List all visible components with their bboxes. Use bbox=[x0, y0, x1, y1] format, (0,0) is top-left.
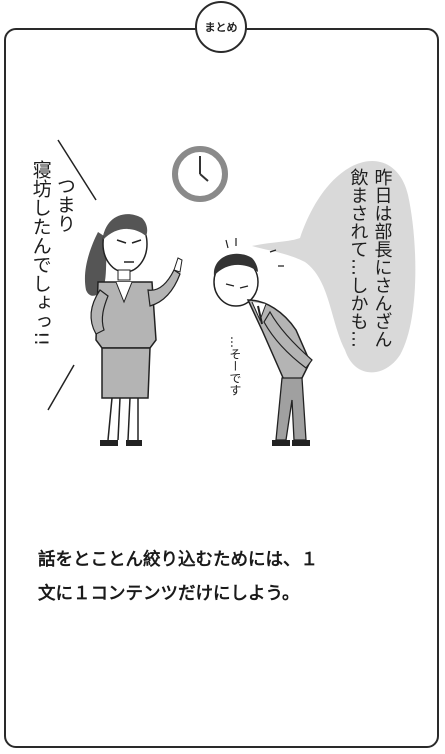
summary-badge: まとめ bbox=[195, 1, 247, 53]
clock-icon bbox=[172, 146, 228, 202]
summary-text: 話をとことん絞り込むためには、１ 文に１コンテンツだけにしよう。 bbox=[38, 543, 408, 611]
man-reply: …そーです bbox=[228, 336, 242, 396]
thought-bubble-line2: 飲まされて…しかも… bbox=[347, 168, 369, 348]
woman-figure bbox=[84, 214, 183, 446]
illustration bbox=[47, 139, 416, 446]
thought-bubble-line1: 昨日は部長にさんざん bbox=[371, 168, 393, 348]
summary-line1: 話をとことん絞り込むためには、１ bbox=[38, 550, 318, 570]
badge-label: まとめ bbox=[204, 21, 238, 34]
woman-speech-line1: つまり bbox=[53, 176, 76, 233]
woman-speech-line2: 寝坊したんでしょっ!! bbox=[29, 160, 52, 347]
summary-line2: 文に１コンテンツだけにしよう。 bbox=[38, 584, 300, 604]
emphasis-line-bottom bbox=[47, 364, 75, 411]
